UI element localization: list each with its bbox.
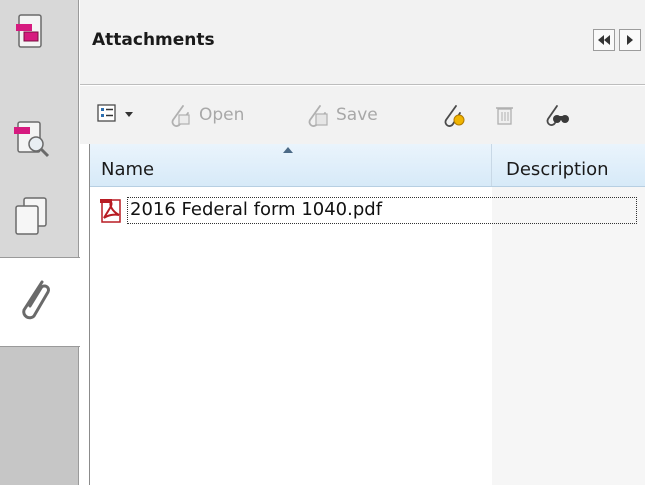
save-attachment-button[interactable]: Save (304, 86, 378, 144)
column-description-label: Description (506, 159, 609, 180)
pages-icon (16, 14, 42, 48)
list-options-icon (97, 104, 116, 122)
attachment-filename: 2016 Federal form 1040.pdf (130, 199, 383, 220)
list-header: Name Description (90, 144, 645, 187)
column-name-label: Name (101, 159, 155, 180)
save-label: Save (336, 105, 378, 125)
panel-header: Attachments (80, 0, 645, 85)
sort-ascending-icon (283, 147, 293, 153)
open-paperclip-icon (171, 105, 190, 127)
description-column-shade (492, 187, 645, 485)
column-header-name[interactable]: Name (90, 144, 492, 186)
navigation-rail (0, 0, 80, 485)
add-attachment-button[interactable] (441, 86, 473, 144)
layers-icon (15, 197, 47, 235)
double-left-arrow-icon (598, 35, 610, 45)
attachments-panel: Attachments Open Save Name Description 2… (80, 0, 645, 485)
add-paperclip-icon (444, 105, 465, 127)
dropdown-caret-icon (125, 112, 133, 117)
trash-icon (496, 107, 513, 125)
column-header-description[interactable]: Description (492, 144, 645, 186)
attachments-list: Name Description 2016 Federal form 1040.… (89, 144, 645, 485)
open-attachment-button[interactable]: Open (167, 86, 244, 144)
collapse-panel-button[interactable] (593, 29, 615, 51)
panel-options-button[interactable] (619, 29, 641, 51)
paperclip-icon (22, 280, 50, 320)
panel-header-buttons (593, 29, 641, 51)
delete-attachment-button[interactable] (495, 86, 521, 144)
binoculars-paperclip-icon (546, 105, 569, 126)
page-thumbnails-button[interactable] (0, 0, 78, 62)
search-attachments-button[interactable] (544, 86, 576, 144)
attachments-toolbar: Open Save (80, 86, 645, 144)
options-dropdown-button[interactable] (97, 86, 139, 144)
save-paperclip-icon (308, 105, 328, 127)
right-arrow-icon (627, 35, 633, 45)
signatures-button[interactable] (0, 104, 78, 166)
rail-empty-area (0, 347, 78, 485)
signatures-icon (14, 121, 50, 158)
open-label: Open (199, 105, 245, 125)
pdf-file-icon (100, 199, 121, 223)
attachments-tab-button[interactable] (0, 257, 80, 347)
panel-title: Attachments (92, 30, 215, 50)
table-row[interactable]: 2016 Federal form 1040.pdf (90, 196, 645, 226)
layers-button[interactable] (0, 180, 78, 242)
